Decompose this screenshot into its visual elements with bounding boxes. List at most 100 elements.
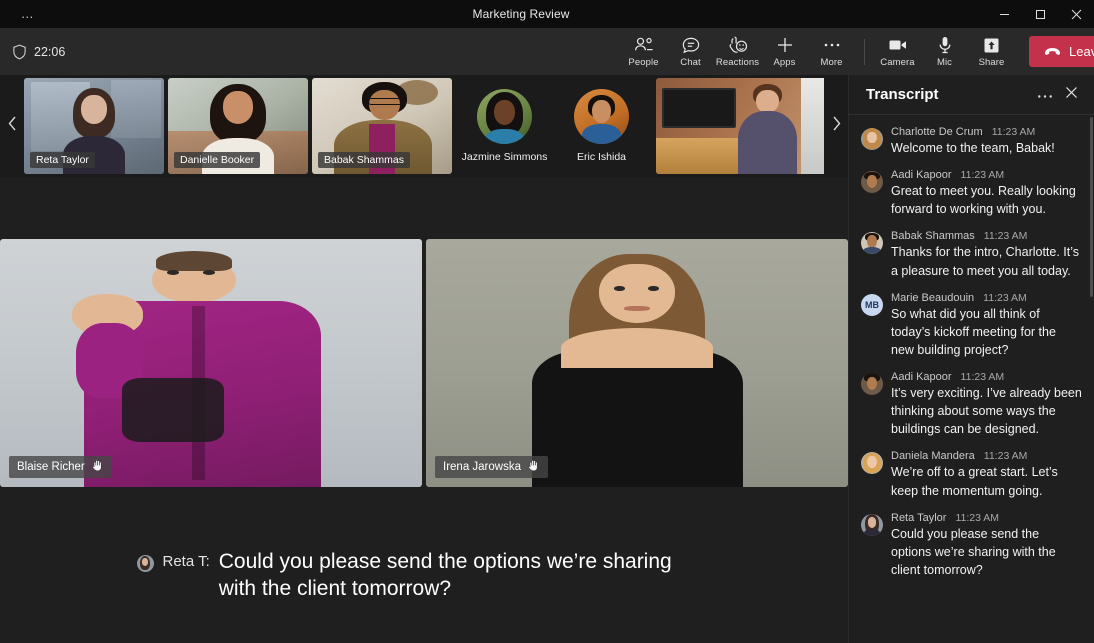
filmstrip-tile-label: Babak Shammas bbox=[318, 152, 410, 168]
filmstrip-tile-conference-room[interactable] bbox=[656, 78, 842, 174]
transcript-entry-time: 11:23 AM bbox=[955, 512, 999, 524]
transcript-title: Transcript bbox=[866, 86, 1032, 103]
share-button[interactable]: Share bbox=[968, 28, 1015, 75]
main-tile-label: Irena Jarowska bbox=[435, 456, 548, 478]
participant-filmstrip: Reta Taylor Danielle Booker bbox=[0, 75, 848, 177]
more-button[interactable]: More bbox=[808, 28, 855, 75]
meeting-stage: Blaise Richer bbox=[0, 177, 848, 643]
filmstrip-tile-label: Eric Ishida bbox=[577, 151, 626, 163]
shield-icon bbox=[12, 44, 27, 60]
speaker-avatar bbox=[137, 555, 154, 572]
transcript-entry-time: 11:23 AM bbox=[961, 169, 1005, 181]
avatar bbox=[861, 373, 883, 395]
camera-button[interactable]: Camera bbox=[874, 28, 921, 75]
transcript-entry-name: Charlotte De Crum bbox=[891, 126, 983, 138]
transcript-entry: Charlotte De Crum 11:23 AM Welcome to th… bbox=[861, 126, 1082, 157]
title-bar: … Marketing Review bbox=[0, 0, 1094, 28]
filmstrip-tile-reta-taylor[interactable]: Reta Taylor bbox=[24, 78, 164, 174]
filmstrip-tile-babak-shammas[interactable]: Babak Shammas bbox=[312, 78, 452, 174]
meeting-timer: 22:06 bbox=[12, 44, 65, 60]
hand-sign-icon bbox=[91, 459, 104, 475]
page-title: Marketing Review bbox=[56, 7, 986, 21]
chat-icon bbox=[682, 36, 700, 55]
transcript-entry-name: Aadi Kapoor bbox=[891, 169, 952, 181]
reactions-button[interactable]: Reactions bbox=[714, 28, 761, 75]
main-tile-label: Blaise Richer bbox=[9, 456, 112, 478]
more-ellipsis-icon bbox=[1037, 86, 1053, 104]
transcript-entry-time: 11:23 AM bbox=[992, 126, 1036, 138]
transcript-entry-text: So what did you all think of today’s kic… bbox=[891, 305, 1082, 359]
hand-sign-icon bbox=[527, 459, 540, 475]
avatar bbox=[477, 89, 532, 144]
people-button[interactable]: People bbox=[620, 28, 667, 75]
maximize-icon[interactable] bbox=[1022, 0, 1058, 28]
transcript-entry-name: Daniela Mandera bbox=[891, 450, 975, 462]
filmstrip-next-button[interactable] bbox=[824, 75, 848, 177]
avatar bbox=[861, 232, 883, 254]
caption-speaker: Reta T: bbox=[163, 553, 210, 570]
transcript-entry-name: Marie Beaudouin bbox=[891, 292, 974, 304]
chat-label: Chat bbox=[680, 57, 700, 68]
participant-video bbox=[426, 239, 848, 487]
chevron-left-icon bbox=[8, 116, 17, 136]
transcript-list[interactable]: Charlotte De Crum 11:23 AM Welcome to th… bbox=[849, 115, 1094, 643]
leave-button[interactable]: Leave bbox=[1029, 36, 1094, 67]
transcript-entry-time: 11:23 AM bbox=[984, 450, 1028, 462]
camera-icon bbox=[888, 36, 908, 55]
transcript-header: Transcript bbox=[849, 75, 1094, 115]
main-tile-irena-jarowska[interactable]: Irena Jarowska bbox=[426, 239, 848, 487]
more-ellipsis-icon bbox=[823, 36, 841, 55]
apps-label: Apps bbox=[773, 57, 795, 68]
main-tile-blaise-richer[interactable]: Blaise Richer bbox=[0, 239, 422, 487]
main-tile-name: Blaise Richer bbox=[17, 461, 85, 473]
chevron-right-icon bbox=[832, 116, 841, 136]
apps-plus-icon bbox=[776, 36, 794, 55]
participant-video bbox=[0, 239, 422, 487]
transcript-entry: Daniela Mandera 11:23 AM We’re off to a … bbox=[861, 450, 1082, 499]
filmstrip-tile-label: Reta Taylor bbox=[30, 152, 95, 168]
filmstrip-tile-label: Danielle Booker bbox=[174, 152, 260, 168]
avatar bbox=[861, 452, 883, 474]
filmstrip-tile-eric-ishida[interactable]: Eric Ishida bbox=[553, 75, 650, 177]
close-icon[interactable] bbox=[1058, 0, 1094, 28]
mic-button[interactable]: Mic bbox=[921, 28, 968, 75]
transcript-entry-text: Welcome to the team, Babak! bbox=[891, 139, 1082, 157]
room-video bbox=[656, 78, 842, 174]
people-label: People bbox=[628, 57, 658, 68]
transcript-close-button[interactable] bbox=[1058, 82, 1084, 108]
transcript-entry: Reta Taylor 11:23 AM Could you please se… bbox=[861, 512, 1082, 579]
people-icon bbox=[634, 36, 654, 55]
apps-button[interactable]: Apps bbox=[761, 28, 808, 75]
transcript-entry-time: 11:23 AM bbox=[961, 371, 1005, 383]
reactions-icon bbox=[728, 36, 748, 55]
transcript-entry-text: It’s very exciting. I’ve already been th… bbox=[891, 384, 1082, 438]
teams-meeting-window: … Marketing Review 22:06 bbox=[0, 0, 1094, 643]
timer-value: 22:06 bbox=[34, 45, 65, 59]
transcript-entry-text: Great to meet you. Really looking forwar… bbox=[891, 182, 1082, 218]
mic-label: Mic bbox=[937, 57, 952, 68]
ellipsis-icon[interactable]: … bbox=[0, 0, 56, 28]
leave-label: Leave bbox=[1069, 44, 1094, 59]
reactions-label: Reactions bbox=[716, 57, 759, 68]
hangup-icon bbox=[1044, 44, 1061, 59]
filmstrip-tile-jazmine-simmons[interactable]: Jazmine Simmons bbox=[456, 75, 553, 177]
transcript-panel: Transcript bbox=[848, 75, 1094, 643]
minimize-icon[interactable] bbox=[986, 0, 1022, 28]
toolbar-divider bbox=[864, 39, 865, 65]
transcript-entry-text: We’re off to a great start. Let’s keep t… bbox=[891, 463, 1082, 499]
transcript-scrollbar[interactable] bbox=[1090, 117, 1093, 297]
transcript-more-button[interactable] bbox=[1032, 82, 1058, 108]
transcript-entry: Aadi Kapoor 11:23 AM It’s very exciting.… bbox=[861, 371, 1082, 438]
transcript-entry-time: 11:23 AM bbox=[984, 230, 1028, 242]
avatar bbox=[861, 128, 883, 150]
chat-button[interactable]: Chat bbox=[667, 28, 714, 75]
filmstrip-tile-danielle-booker[interactable]: Danielle Booker bbox=[168, 78, 308, 174]
transcript-entry-text: Thanks for the intro, Charlotte. It’s a … bbox=[891, 243, 1082, 279]
live-caption: Reta T: Could you please send the option… bbox=[0, 549, 848, 603]
main-tile-name: Irena Jarowska bbox=[443, 461, 521, 473]
filmstrip-prev-button[interactable] bbox=[0, 75, 24, 177]
transcript-entry: Babak Shammas 11:23 AM Thanks for the in… bbox=[861, 230, 1082, 279]
close-icon bbox=[1065, 86, 1078, 104]
caption-text: Could you please send the options we’re … bbox=[219, 549, 712, 603]
window-controls bbox=[986, 0, 1094, 28]
